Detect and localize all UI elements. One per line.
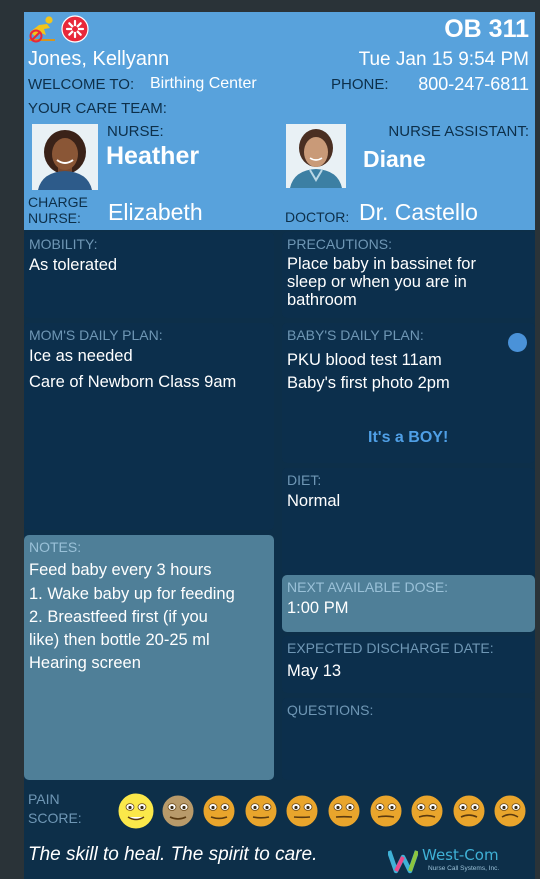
pain-face-9-icon[interactable]: [491, 792, 527, 828]
precautions-line: sleep or when you are in: [287, 273, 467, 291]
charge-nurse-role-1: CHARGE: [28, 194, 88, 210]
pain-face-8-icon[interactable]: [450, 792, 486, 828]
fall-risk-icon: [27, 15, 57, 43]
charge-nurse-role-2: NURSE:: [28, 210, 81, 226]
pain-label-2: SCORE:: [28, 810, 82, 826]
room-number: OB 311: [444, 15, 529, 43]
phone-label: PHONE:: [331, 76, 389, 93]
charge-nurse-name: Elizabeth: [108, 199, 203, 225]
pain-face-4-icon[interactable]: [283, 792, 319, 828]
notes-line: 1. Wake baby up for feeding: [29, 585, 235, 603]
pain-face-5-icon[interactable]: [325, 792, 361, 828]
notes-title: NOTES:: [29, 539, 82, 555]
mom-plan-item: Care of Newborn Class 9am: [29, 373, 237, 391]
notes-panel: NOTES: Feed baby every 3 hours 1. Wake b…: [24, 535, 274, 780]
pain-face-1-icon[interactable]: [159, 792, 195, 828]
care-team-label: YOUR CARE TEAM:: [28, 100, 167, 117]
nurse-photo: [32, 124, 98, 190]
precautions-line: Place baby in bassinet for: [287, 255, 476, 273]
mobility-panel: MOBILITY: As tolerated: [24, 232, 274, 318]
west-com-logo: West-Com Nurse Call Systems, Inc.: [386, 846, 534, 879]
questions-title: QUESTIONS:: [287, 702, 374, 718]
discharge-date-panel: EXPECTED DISCHARGE DATE: May 13: [282, 636, 535, 693]
nurse-assistant-name: Diane: [363, 146, 426, 172]
baby-daily-plan-panel: BABY'S DAILY PLAN: PKU blood test 11am B…: [282, 323, 535, 463]
pain-face-row: [117, 792, 533, 834]
next-dose-title: NEXT AVAILABLE DOSE:: [287, 579, 449, 595]
west-com-subtitle: Nurse Call Systems, Inc.: [428, 865, 500, 872]
pain-score-bar: PAIN SCORE:: [24, 785, 535, 837]
baby-plan-item: Baby's first photo 2pm: [287, 374, 450, 392]
mobility-title: MOBILITY:: [29, 236, 98, 252]
mobility-value: As tolerated: [29, 256, 118, 274]
notes-line: 2. Breastfeed first (if you: [29, 608, 208, 626]
footer-tagline: The skill to heal. The spirit to care.: [28, 844, 318, 865]
mom-daily-plan-title: MOM'S DAILY PLAN:: [29, 327, 163, 343]
pain-label-1: PAIN: [28, 791, 60, 807]
status-dot-icon: [508, 333, 527, 352]
phone-number: 800-247-6811: [418, 74, 529, 94]
mom-daily-plan-panel: MOM'S DAILY PLAN: Ice as needed Care of …: [24, 323, 274, 530]
baby-plan-item: PKU blood test 11am: [287, 351, 442, 369]
next-dose-panel: NEXT AVAILABLE DOSE: 1:00 PM: [282, 575, 535, 632]
west-com-brand: West-Com: [422, 846, 499, 864]
nurse-role: NURSE:: [107, 123, 164, 140]
precautions-panel: PRECAUTIONS: Place baby in bassinet for …: [282, 232, 535, 318]
diet-panel: DIET: Normal: [282, 468, 535, 575]
questions-panel: QUESTIONS:: [282, 698, 535, 780]
nurse-name: Heather: [106, 142, 200, 170]
nurse-assistant-role: NURSE ASSISTANT:: [388, 123, 529, 140]
pain-face-3-icon[interactable]: [242, 792, 278, 828]
diet-title: DIET:: [287, 472, 322, 488]
patient-name: Jones, Kellyann: [28, 48, 170, 70]
nurse-assistant-photo: [286, 124, 346, 188]
discharge-date-value: May 13: [287, 662, 342, 680]
pain-face-2-icon[interactable]: [200, 792, 236, 828]
precautions-title: PRECAUTIONS:: [287, 236, 393, 252]
notes-line: Hearing screen: [29, 654, 141, 672]
baby-announcement: It's a BOY!: [368, 429, 449, 446]
date-time: Tue Jan 15 9:54 PM: [358, 49, 529, 70]
bedside-display: OB 311 Jones, Kellyann Tue Jan 15 9:54 P…: [24, 12, 535, 879]
doctor-name: Dr. Castello: [359, 199, 478, 225]
pain-face-6-icon[interactable]: [367, 792, 403, 828]
mom-plan-item: Ice as needed: [29, 347, 133, 365]
notes-line: Feed baby every 3 hours: [29, 561, 212, 579]
welcome-label: WELCOME TO:: [28, 76, 135, 93]
doctor-role: DOCTOR:: [285, 209, 350, 225]
device-frame: OB 311 Jones, Kellyann Tue Jan 15 9:54 P…: [0, 0, 540, 879]
pain-face-7-icon[interactable]: [408, 792, 444, 828]
discharge-date-title: EXPECTED DISCHARGE DATE:: [287, 640, 494, 656]
precautions-line: bathroom: [287, 291, 357, 309]
location-name: Birthing Center: [150, 75, 257, 92]
baby-daily-plan-title: BABY'S DAILY PLAN:: [287, 327, 424, 343]
latex-allergy-icon: [61, 15, 89, 43]
pain-face-0-icon[interactable]: [117, 792, 155, 830]
next-dose-value: 1:00 PM: [287, 599, 349, 617]
header: OB 311 Jones, Kellyann Tue Jan 15 9:54 P…: [24, 12, 535, 230]
diet-value: Normal: [287, 492, 341, 510]
west-com-logo-icon: [386, 848, 420, 879]
notes-line: like) then bottle 20-25 ml: [29, 631, 210, 649]
